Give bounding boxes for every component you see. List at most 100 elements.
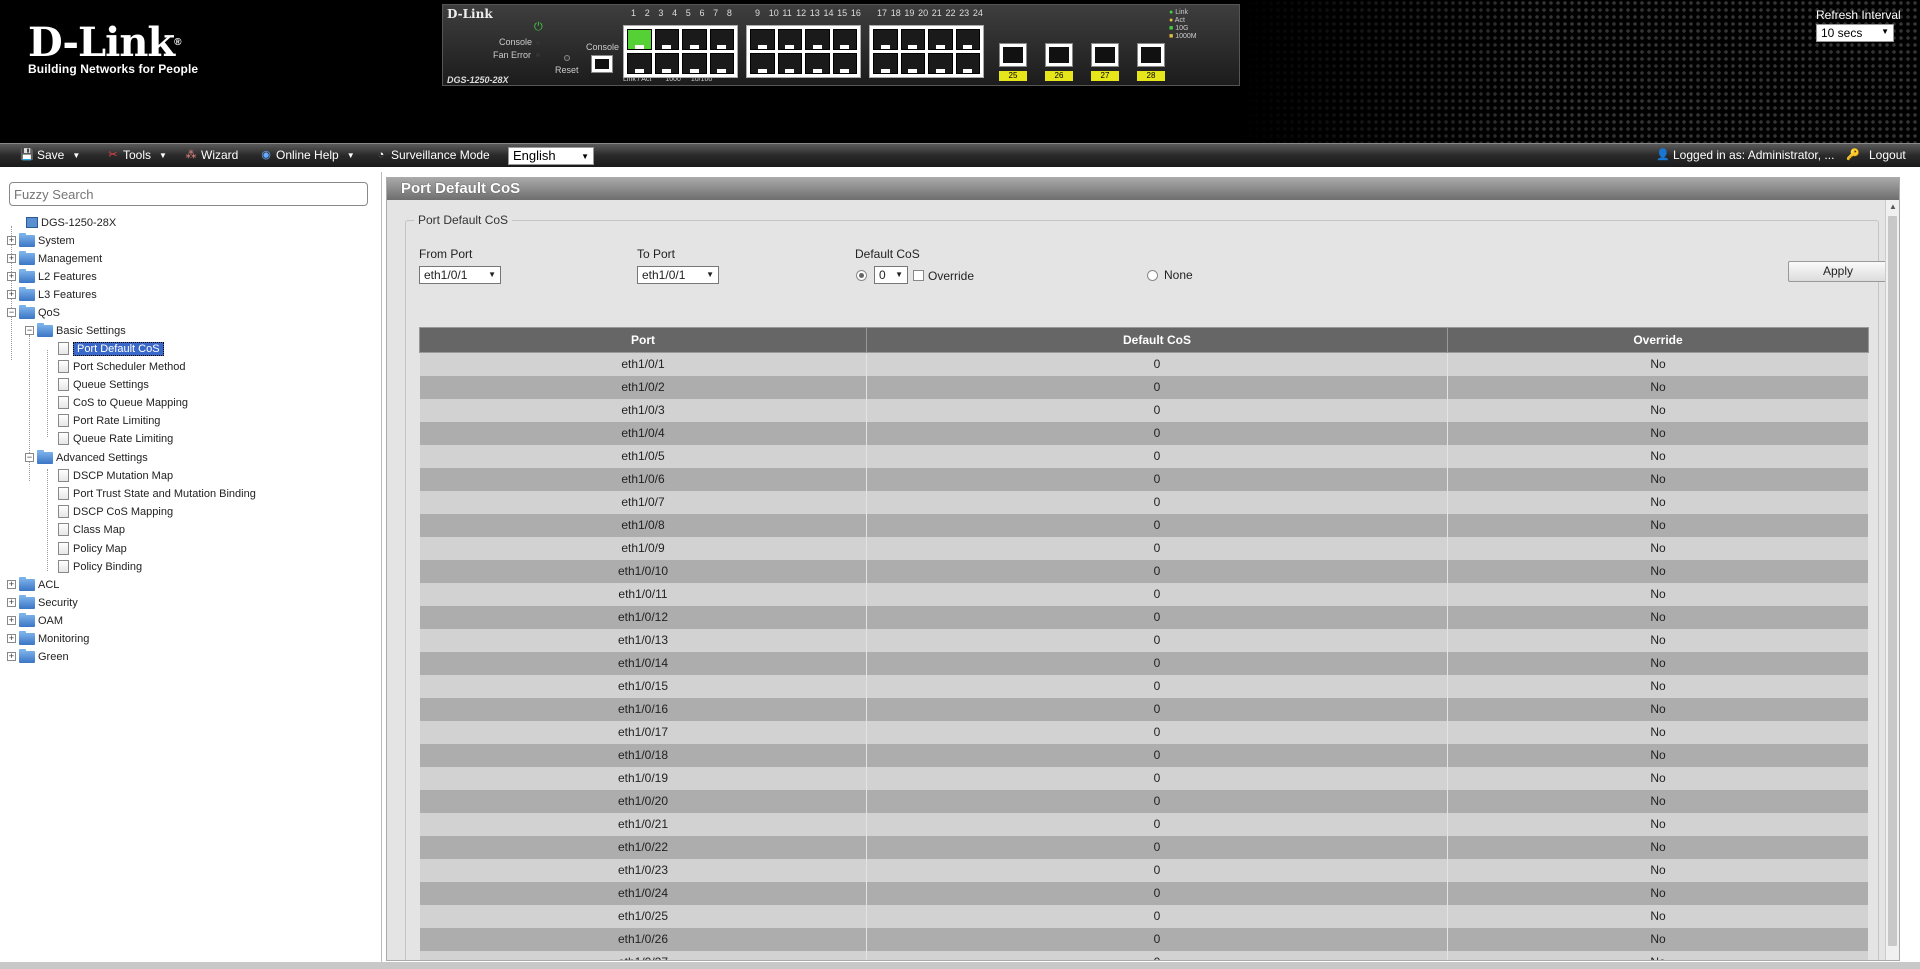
tree-item-class-map[interactable]: Class Map <box>58 521 125 538</box>
tree-item-management[interactable]: + Management <box>7 250 102 267</box>
cell-override: No <box>1447 559 1869 583</box>
tree-item-basic-settings[interactable]: − Basic Settings <box>25 322 126 339</box>
scroll-thumb[interactable] <box>1888 216 1897 946</box>
tree-item-advanced-settings[interactable]: − Advanced Settings <box>25 449 148 466</box>
expand-plus-icon[interactable]: + <box>7 236 16 245</box>
none-radio[interactable] <box>1147 270 1158 281</box>
cell-override: No <box>1447 812 1869 836</box>
table-row: eth1/0/4 0 No <box>419 421 1869 445</box>
user-icon: 👤 <box>1656 149 1670 161</box>
expand-plus-icon[interactable]: + <box>7 290 16 299</box>
collapse-minus-icon[interactable]: − <box>7 308 16 317</box>
page-icon <box>58 342 69 355</box>
tree-item-policy-binding[interactable]: Policy Binding <box>58 558 142 575</box>
to-port-select[interactable]: eth1/0/1 ▼ <box>637 266 719 284</box>
wizard-menu[interactable]: ⁂ Wizard <box>184 148 239 162</box>
cell-port: eth1/0/27 <box>419 950 867 960</box>
default-cos-label: Default CoS <box>855 247 920 261</box>
cell-port: eth1/0/8 <box>419 513 867 537</box>
save-icon: 💾 <box>20 149 34 161</box>
cell-port: eth1/0/11 <box>419 582 867 606</box>
none-label: None <box>1164 268 1193 282</box>
folder-icon <box>19 648 35 663</box>
tree-item-queue-settings[interactable]: Queue Settings <box>58 376 149 393</box>
table-row: eth1/0/21 0 No <box>419 812 1869 836</box>
expand-plus-icon[interactable]: + <box>7 634 16 643</box>
cell-override: No <box>1447 628 1869 652</box>
tree-root-device[interactable]: DGS-1250-28X <box>26 214 116 231</box>
tree-item-qos[interactable]: − QoS <box>7 304 60 321</box>
tree-item-oam[interactable]: + OAM <box>7 612 63 629</box>
logout-button[interactable]: 🔑 Logout <box>1846 148 1906 162</box>
cell-port: eth1/0/4 <box>419 421 867 445</box>
tree-item-cos-to-queue-mapping[interactable]: CoS to Queue Mapping <box>58 394 188 411</box>
cell-override: No <box>1447 375 1869 399</box>
table-row: eth1/0/19 0 No <box>419 766 1869 790</box>
tree-item-acl[interactable]: + ACL <box>7 576 59 593</box>
tools-menu[interactable]: ✂ Tools ▼ <box>106 148 167 162</box>
expand-plus-icon[interactable]: + <box>7 598 16 607</box>
scroll-up-icon[interactable]: ▲ <box>1886 200 1899 214</box>
refresh-interval-select[interactable]: 10 secs <box>1816 24 1894 42</box>
table-row: eth1/0/9 0 No <box>419 536 1869 560</box>
tree-item-port-scheduler-method[interactable]: Port Scheduler Method <box>58 358 186 375</box>
cell-default-cos: 0 <box>866 490 1448 514</box>
cell-override: No <box>1447 927 1869 951</box>
default-cos-select[interactable]: 0 ▼ <box>874 266 908 284</box>
cell-override: No <box>1447 605 1869 629</box>
collapse-minus-icon[interactable]: − <box>25 326 34 335</box>
cell-port: eth1/0/6 <box>419 467 867 491</box>
cell-port: eth1/0/2 <box>419 375 867 399</box>
tree-item-port-default-cos[interactable]: Port Default CoS <box>58 340 164 357</box>
cell-default-cos: 0 <box>866 766 1448 790</box>
tree-item-policy-map[interactable]: Policy Map <box>58 540 127 557</box>
cell-port: eth1/0/12 <box>419 605 867 629</box>
tree-item-dscp-cos-mapping[interactable]: DSCP CoS Mapping <box>58 503 173 520</box>
column-header-override: Override <box>1447 327 1869 353</box>
fuzzy-search-input[interactable] <box>9 182 368 206</box>
tree-item-l2-features[interactable]: + L2 Features <box>7 268 97 285</box>
expand-plus-icon[interactable]: + <box>7 254 16 263</box>
vertical-scrollbar[interactable]: ▲ ▼ <box>1885 200 1899 960</box>
to-port-label: To Port <box>637 247 676 261</box>
save-menu[interactable]: 💾 Save ▼ <box>20 148 80 162</box>
online-help-menu[interactable]: ◉ Online Help ▼ <box>259 148 354 162</box>
cell-override: No <box>1447 513 1869 537</box>
tree-item-dscp-mutation-map[interactable]: DSCP Mutation Map <box>58 467 173 484</box>
table-row: eth1/0/2 0 No <box>419 375 1869 399</box>
tree-item-monitoring[interactable]: + Monitoring <box>7 630 89 647</box>
cell-override: No <box>1447 421 1869 445</box>
surveillance-mode-menu[interactable]: ◔ Surveillance Mode <box>374 148 490 162</box>
device-model: DGS-1250-28X <box>447 75 509 85</box>
apply-button[interactable]: Apply <box>1788 261 1888 282</box>
tree-item-system[interactable]: + System <box>7 232 75 249</box>
from-port-select[interactable]: eth1/0/1 ▼ <box>419 266 501 284</box>
tree-item-l3-features[interactable]: + L3 Features <box>7 286 97 303</box>
expand-plus-icon[interactable]: + <box>7 580 16 589</box>
expand-plus-icon[interactable]: + <box>7 616 16 625</box>
cell-override: No <box>1447 950 1869 960</box>
refresh-interval-label: Refresh Interval <box>1816 8 1901 22</box>
cell-port: eth1/0/17 <box>419 720 867 744</box>
expand-plus-icon[interactable]: + <box>7 272 16 281</box>
cell-default-cos: 0 <box>866 881 1448 905</box>
override-checkbox[interactable] <box>913 270 924 281</box>
collapse-minus-icon[interactable]: − <box>25 453 34 462</box>
tree-item-port-trust-state[interactable]: Port Trust State and Mutation Binding <box>58 485 256 502</box>
cell-default-cos: 0 <box>866 950 1448 960</box>
reset-label: Reset <box>555 65 579 75</box>
tree-item-port-rate-limiting[interactable]: Port Rate Limiting <box>58 412 160 429</box>
tree-item-green[interactable]: + Green <box>7 648 69 665</box>
tree-item-queue-rate-limiting[interactable]: Queue Rate Limiting <box>58 430 173 447</box>
language-select[interactable]: English ▼ <box>508 147 594 165</box>
tree-item-security[interactable]: + Security <box>7 594 78 611</box>
expand-plus-icon[interactable]: + <box>7 652 16 661</box>
table-row: eth1/0/7 0 No <box>419 490 1869 514</box>
console-port <box>591 55 613 73</box>
table-row: eth1/0/26 0 No <box>419 927 1869 951</box>
cell-default-cos: 0 <box>866 467 1448 491</box>
cell-override: No <box>1447 398 1869 422</box>
cell-override: No <box>1447 467 1869 491</box>
folder-icon <box>19 250 35 265</box>
default-cos-radio[interactable] <box>856 270 867 281</box>
